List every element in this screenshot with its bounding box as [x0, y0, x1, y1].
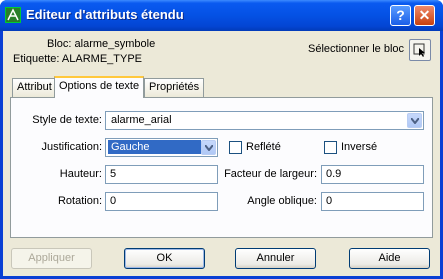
block-name: Bloc: alarme_symbole — [47, 38, 156, 50]
width-factor-label: Facteur de largeur: — [224, 168, 317, 180]
text-style-label: Style de texte: — [32, 114, 102, 126]
width-factor-input[interactable]: 0.9 — [321, 165, 424, 184]
autocad-icon — [5, 7, 21, 23]
question-icon: ? — [396, 7, 405, 23]
tab-proprietes[interactable]: Propriétés — [144, 78, 205, 97]
title-bar[interactable]: Editeur d'attributs étendu ? ✕ — [0, 0, 443, 31]
cancel-button[interactable]: Annuler — [235, 248, 316, 269]
height-input[interactable]: 5 — [105, 165, 218, 184]
oblique-angle-input[interactable]: 0 — [321, 192, 424, 211]
select-block-label: Sélectionner le bloc — [308, 43, 405, 55]
help-button[interactable]: Aide — [349, 248, 430, 269]
inverted-checkbox[interactable] — [324, 141, 337, 154]
oblique-angle-label: Angle oblique: — [247, 195, 317, 207]
close-icon: ✕ — [418, 7, 431, 23]
apply-button[interactable]: Appliquer — [11, 248, 92, 269]
help-title-button[interactable]: ? — [390, 5, 411, 26]
select-block-button[interactable] — [409, 39, 431, 61]
chevron-down-icon — [411, 118, 419, 124]
height-label: Hauteur: — [59, 168, 102, 180]
justification-select[interactable]: Gauche — [105, 138, 218, 157]
chevron-down-icon — [205, 145, 213, 151]
dialog-body: Bloc: alarme_symbole Etiquette: ALARME_T… — [3, 31, 440, 276]
close-button[interactable]: ✕ — [414, 5, 435, 26]
tab-attribut[interactable]: Attribut — [12, 78, 57, 97]
text-style-dropdown[interactable] — [407, 113, 422, 128]
justification-value: Gauche — [108, 140, 201, 154]
tag-name: Etiquette: ALARME_TYPE — [13, 53, 143, 65]
pick-block-icon — [413, 43, 425, 57]
justification-label: Justification: — [41, 141, 102, 153]
window-title: Editeur d'attributs étendu — [26, 7, 184, 22]
rotation-input[interactable]: 0 — [105, 192, 218, 211]
ok-button[interactable]: OK — [124, 248, 205, 269]
mirrored-checkbox[interactable] — [229, 141, 242, 154]
justification-dropdown[interactable] — [201, 140, 216, 155]
tab-options-de-texte[interactable]: Options de texte — [54, 76, 145, 98]
text-style-select[interactable]: alarme_arial — [105, 111, 424, 130]
tab-panel: Style de texte: alarme_arial Justificati… — [10, 97, 433, 238]
rotation-label: Rotation: — [57, 195, 102, 207]
mirrored-label: Reflété — [246, 141, 281, 153]
dialog-window: Editeur d'attributs étendu ? ✕ Bloc: ala… — [0, 0, 443, 279]
inverted-label: Inversé — [341, 141, 378, 153]
text-style-value: alarme_arial — [111, 114, 172, 126]
